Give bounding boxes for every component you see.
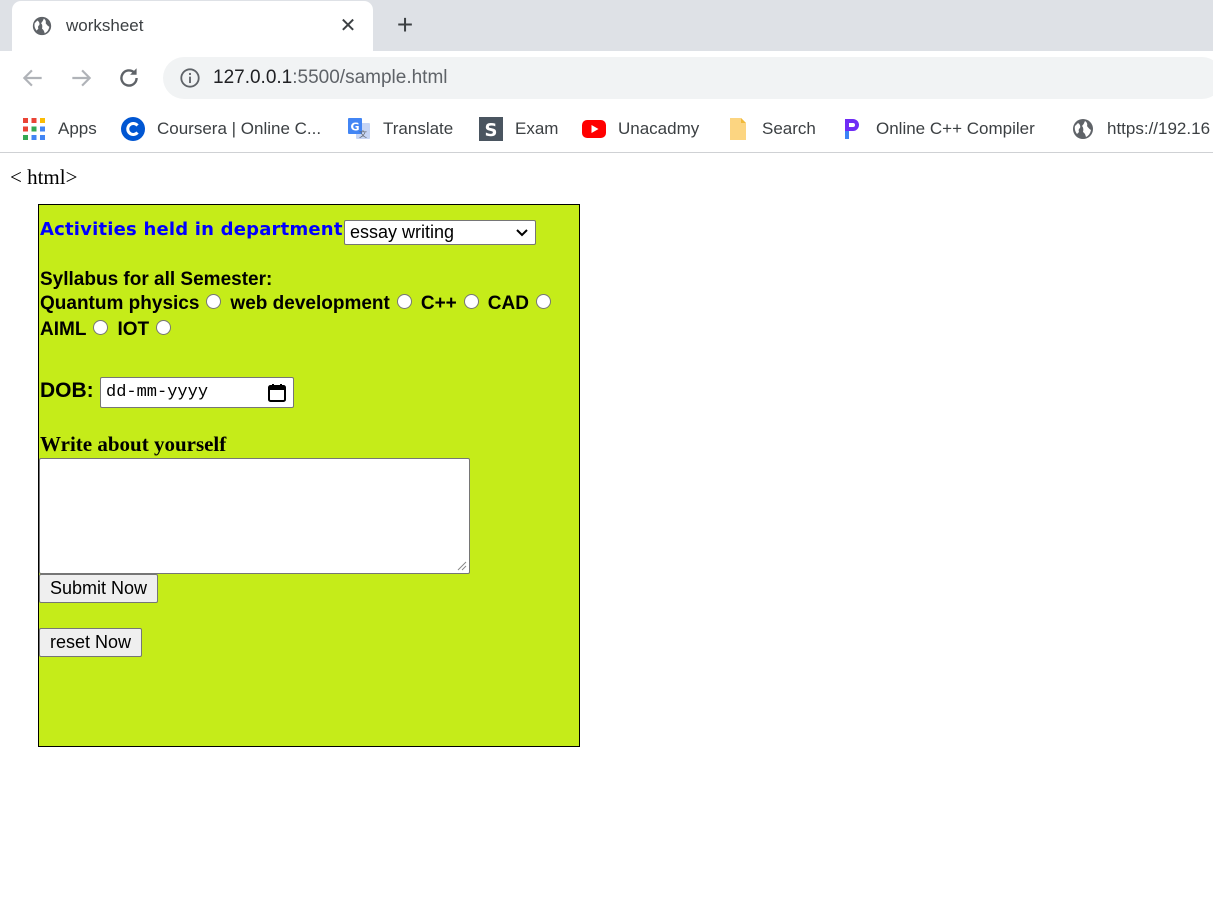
option-iot: IOT <box>117 319 172 341</box>
option-quantum-physics: Quantum physics <box>40 293 222 315</box>
dob-placeholder: dd-mm-yyyy <box>106 383 209 402</box>
option-label: IOT <box>117 319 150 340</box>
option-label: CAD <box>487 293 529 314</box>
bookmark-label: Exam <box>515 119 559 138</box>
exam-icon: S <box>479 117 503 141</box>
radio-aiml[interactable] <box>93 319 109 335</box>
url-text: 127.0.0.1:5500/sample.html <box>213 67 448 89</box>
url-path: :5500/sample.html <box>292 67 448 88</box>
resize-grip-icon[interactable] <box>457 561 467 571</box>
calendar-icon[interactable] <box>267 383 287 403</box>
activities-select[interactable]: essay writing <box>344 220 536 245</box>
bookmark-label: Search <box>762 119 816 138</box>
svg-text:文: 文 <box>359 129 367 139</box>
dob-label: DOB: <box>40 379 94 402</box>
bookmark-exam[interactable]: S Exam <box>479 114 558 144</box>
youtube-icon <box>582 120 606 138</box>
reset-button[interactable]: reset Now <box>39 628 143 657</box>
option-cpp: C++ <box>421 293 479 315</box>
option-label: AIML <box>40 319 87 340</box>
bookmark-label: Online C++ Compiler <box>876 119 1035 138</box>
bookmark-online-cpp-compiler[interactable]: Online C++ Compiler <box>840 114 1035 144</box>
option-web-development: web development <box>230 293 412 315</box>
folder-icon <box>730 118 746 140</box>
programiz-icon <box>845 119 859 139</box>
bookmark-search[interactable]: Search <box>726 114 816 144</box>
option-label: Quantum physics <box>40 293 200 314</box>
bookmark-label: Translate <box>383 119 454 138</box>
option-label: C++ <box>420 293 457 314</box>
radio-iot[interactable] <box>156 319 172 335</box>
bookmark-label: https://192.16 <box>1107 119 1211 138</box>
browser-toolbar: 127.0.0.1:5500/sample.html <box>0 51 1213 105</box>
new-tab-button[interactable]: + <box>392 11 418 39</box>
about-label: Write about yourself <box>40 432 227 456</box>
radio-quantum-physics[interactable] <box>206 293 222 309</box>
syllabus-title: Syllabus for all Semester: <box>40 269 273 290</box>
activities-selected-value: essay writing <box>350 222 455 242</box>
option-aiml: AIML <box>40 319 109 341</box>
bookmark-label: Apps <box>58 119 97 138</box>
tab-strip: worksheet ✕ + <box>0 0 1213 51</box>
bookmark-label: Unacadmy <box>618 119 700 138</box>
bookmarks-bar: Apps Coursera | Online C... G 文 Translat… <box>0 105 1213 153</box>
bookmark-unacadmy[interactable]: Unacadmy <box>582 114 699 144</box>
tab-worksheet[interactable]: worksheet ✕ <box>12 1 373 51</box>
syllabus-options-row-1: Quantum physics web development C++ CAD <box>40 293 560 315</box>
page-heading: < html> <box>10 165 78 189</box>
option-label: web development <box>230 293 390 314</box>
globe-icon <box>32 16 52 36</box>
chevron-down-icon <box>516 229 528 237</box>
radio-web-development[interactable] <box>396 293 412 309</box>
reload-icon[interactable] <box>116 65 142 91</box>
info-icon[interactable] <box>179 67 201 89</box>
dob-date-input[interactable]: dd-mm-yyyy <box>100 377 294 408</box>
about-textarea[interactable] <box>39 458 470 574</box>
radio-cpp[interactable] <box>463 293 479 309</box>
url-host: 127.0.0.1 <box>213 67 293 88</box>
activities-label: Activities held in department: <box>40 219 351 240</box>
close-tab-icon[interactable]: ✕ <box>338 15 358 37</box>
radio-cad[interactable] <box>535 293 551 309</box>
address-bar[interactable]: 127.0.0.1:5500/sample.html <box>163 57 1213 99</box>
option-cad: CAD <box>488 293 551 315</box>
tab-title: worksheet <box>66 16 144 35</box>
back-arrow-icon[interactable] <box>20 65 46 91</box>
globe-icon <box>1073 119 1093 139</box>
coursera-icon <box>121 117 145 141</box>
bookmark-coursera[interactable]: Coursera | Online C... <box>121 114 321 144</box>
bookmark-apps[interactable]: Apps <box>22 114 97 144</box>
submit-button[interactable]: Submit Now <box>39 574 159 603</box>
worksheet-form: Activities held in department: essay wri… <box>38 204 580 747</box>
forward-arrow-icon[interactable] <box>68 65 94 91</box>
bookmark-ip-address[interactable]: https://192.16 <box>1071 114 1210 144</box>
syllabus-options-row-2: AIML IOT <box>40 319 180 341</box>
bookmark-translate[interactable]: G 文 Translate <box>347 114 453 144</box>
bookmark-label: Coursera | Online C... <box>157 119 322 138</box>
svg-text:S: S <box>485 120 498 141</box>
apps-grid-icon <box>23 118 45 140</box>
translate-icon: G 文 <box>348 118 370 139</box>
